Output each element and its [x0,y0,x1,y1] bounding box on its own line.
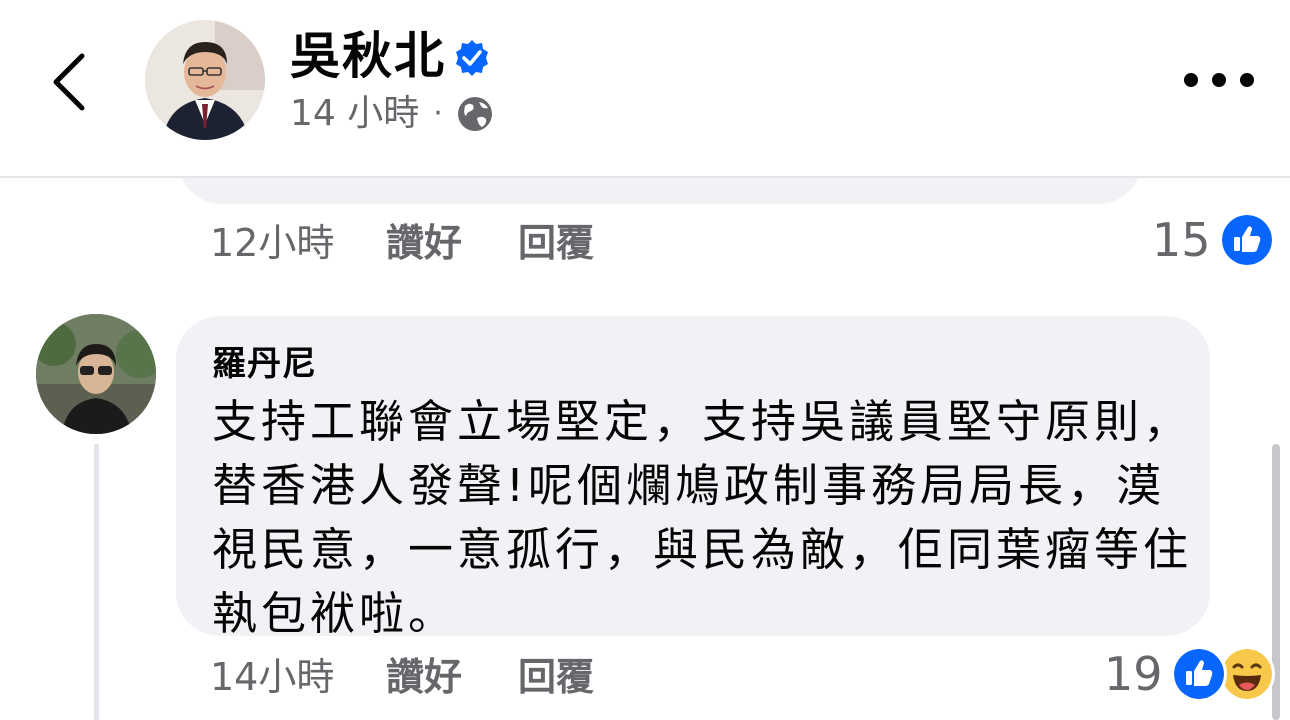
comment-bubble[interactable]: 羅丹尼 支持工聯會立場堅定，支持吳議員堅守原則，替香港人發聲!呢個爛鳩政制事務局… [176,316,1210,640]
more-horizontal-icon-dot [1212,73,1226,87]
like-reaction-icon [1170,646,1227,702]
previous-comment-reactions[interactable]: 15 [1152,212,1275,268]
comment-actions: 14小時 讚好 回覆 [210,652,594,702]
reply-thread-line [94,444,99,720]
post-meta: 14 小時 · [290,90,495,138]
verified-badge-icon [456,40,488,76]
reply-button[interactable]: 回覆 [518,652,594,702]
reply-button[interactable]: 回覆 [518,218,594,268]
previous-comment-time[interactable]: 12小時 [210,218,386,268]
meta-separator: · [433,96,443,131]
back-button[interactable] [40,42,100,122]
comment-author[interactable]: 羅丹尼 [212,340,317,388]
comment-text: 支持工聯會立場堅定，支持吳議員堅守原則，替香港人發聲!呢個爛鳩政制事務局局長，漠… [212,395,1193,640]
more-horizontal-icon-dot [1184,73,1198,87]
like-button[interactable]: 讚好 [386,218,518,268]
more-horizontal-icon-dot [1240,73,1254,87]
more-options-button[interactable] [1184,58,1254,102]
comments-screen: 吳秋北 14 小時 · 12小時 讚好 回覆 15 羅丹尼 支持工聯會立場堅定，… [0,0,1290,720]
like-reaction-icon [1218,212,1275,268]
globe-icon[interactable] [455,94,495,134]
like-button[interactable]: 讚好 [386,652,518,702]
haha-reaction-icon [1218,646,1275,702]
commenter-photo [36,314,156,434]
comment-reactions[interactable]: 19 [1104,646,1275,702]
commenter-avatar[interactable] [36,314,156,434]
reaction-count: 19 [1104,647,1163,701]
comment-time[interactable]: 14小時 [210,652,386,702]
chevron-left-icon [53,53,85,111]
previous-comment-actions: 12小時 讚好 回覆 [210,218,594,268]
reaction-count: 15 [1152,213,1211,267]
post-time[interactable]: 14 小時 [290,90,419,138]
author-photo [145,20,265,140]
author-name[interactable]: 吳秋北 [290,26,446,86]
author-avatar[interactable] [145,20,265,140]
post-header: 吳秋北 14 小時 · [0,0,1290,178]
